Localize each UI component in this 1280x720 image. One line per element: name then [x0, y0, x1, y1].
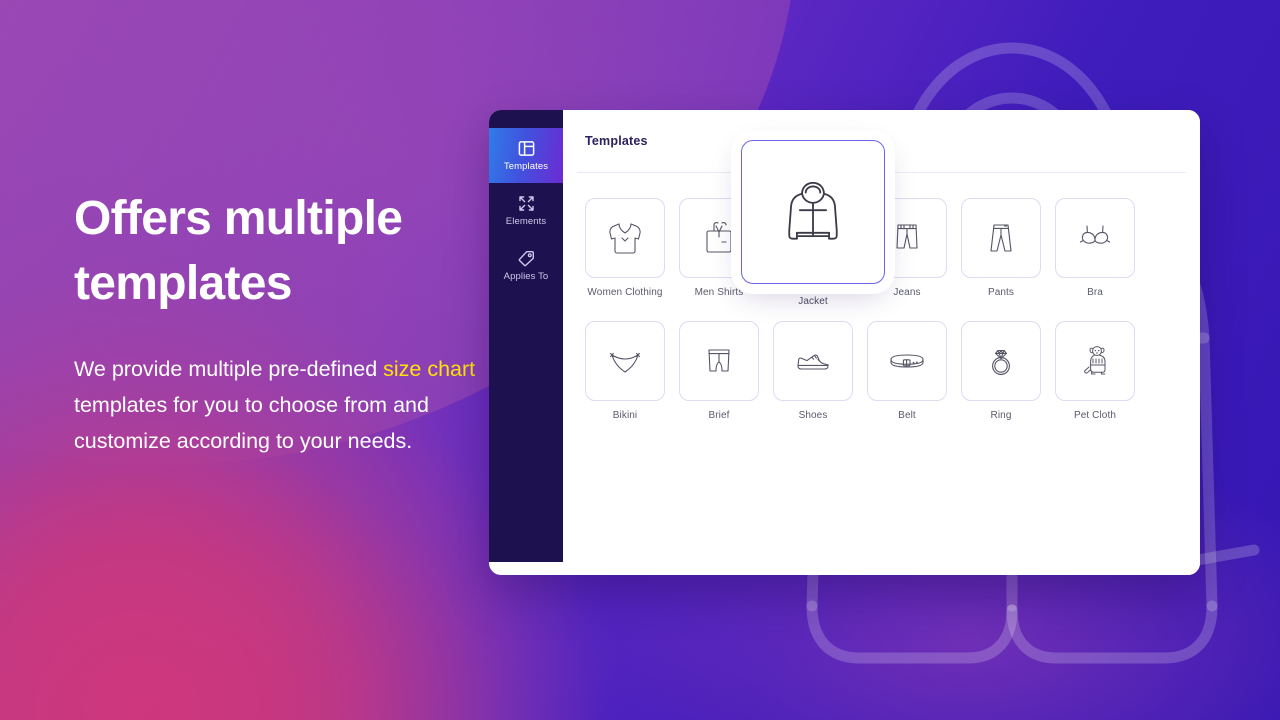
- sidebar-item-label: Elements: [505, 215, 547, 227]
- tile-thumbnail: [679, 321, 759, 401]
- tile-thumbnail: [585, 198, 665, 278]
- tile-thumbnail: [1055, 321, 1135, 401]
- template-tile-jacket[interactable]: Jacket: [741, 140, 885, 307]
- sidebar-item-applies-to[interactable]: Applies To: [489, 238, 563, 293]
- mens-shirt-icon: [706, 222, 732, 253]
- paragraph-highlight: size chart: [383, 356, 476, 381]
- tile-label: Brief: [708, 410, 730, 421]
- tile-label: Ring: [990, 410, 1012, 421]
- panel-title: Templates: [585, 134, 648, 148]
- resize-arrows-icon: [518, 195, 535, 212]
- tag-icon: [518, 250, 535, 267]
- diamond-ring-icon: [992, 350, 1010, 375]
- template-tile-bra[interactable]: Bra: [1055, 198, 1135, 307]
- template-tile-belt[interactable]: Belt: [867, 321, 947, 421]
- template-tile-pants[interactable]: Pants: [961, 198, 1041, 307]
- template-tile-women-clothing[interactable]: Women Clothing: [585, 198, 665, 307]
- main-content: Templates Women Clothing Men Shirts Jack…: [563, 110, 1200, 575]
- pants-icon: [990, 224, 1012, 252]
- tile-label: Pet Cloth: [1073, 410, 1117, 421]
- app-window: Templates Elements Applies To Templates …: [489, 110, 1200, 575]
- template-tile-ring[interactable]: Ring: [961, 321, 1041, 421]
- tile-label: Belt: [898, 410, 916, 421]
- paragraph-part-3: templates for you to choose from and cus…: [74, 392, 429, 453]
- sidebar-item-templates[interactable]: Templates: [489, 128, 563, 183]
- sneaker-icon: [797, 354, 829, 370]
- template-tile-brief[interactable]: Brief: [679, 321, 759, 421]
- tile-label: Pants: [987, 287, 1015, 298]
- tile-label: Jacket: [798, 296, 828, 307]
- paragraph-part-1: We provide multiple pre-defined: [74, 356, 384, 381]
- layout-panel-icon: [518, 140, 535, 157]
- sidebar-top-spacer: [489, 110, 563, 128]
- belt-icon: [890, 354, 924, 368]
- sidebar: Templates Elements Applies To: [489, 110, 563, 562]
- jeans-icon: [896, 224, 918, 249]
- tile-thumbnail: [773, 321, 853, 401]
- sidebar-item-elements[interactable]: Elements: [489, 183, 563, 238]
- templates-grid: Women Clothing Men Shirts Jacket Jeans P…: [563, 140, 1200, 421]
- tile-thumbnail: [961, 198, 1041, 278]
- tile-thumbnail: [1055, 198, 1135, 278]
- template-tile-bikini[interactable]: Bikini: [585, 321, 665, 421]
- tile-label: Bikini: [612, 410, 638, 421]
- tile-thumbnail: [867, 321, 947, 401]
- dog-sweater-icon: [1084, 346, 1106, 375]
- women-top-icon: [609, 223, 641, 254]
- template-tile-shoes[interactable]: Shoes: [773, 321, 853, 421]
- tile-label: Women Clothing: [587, 287, 663, 298]
- boxer-brief-icon: [708, 349, 730, 372]
- tile-thumbnail-enlarged: [741, 140, 885, 284]
- sidebar-item-label: Templates: [503, 160, 549, 172]
- promo-paragraph: We provide multiple pre-defined size cha…: [74, 351, 494, 459]
- tile-thumbnail: [961, 321, 1041, 401]
- hoodie-jacket-icon: [788, 181, 838, 240]
- tile-label: Bra: [1087, 287, 1103, 298]
- sidebar-item-label: Applies To: [503, 270, 549, 282]
- bra-icon: [1079, 225, 1111, 244]
- promo-copy: Offers multiple templates We provide mul…: [74, 186, 494, 459]
- tile-label: Men Shirts: [694, 287, 744, 298]
- tile-label: Jeans: [893, 287, 921, 298]
- bikini-bottom-icon: [610, 352, 640, 373]
- page-title: Offers multiple templates: [74, 192, 403, 311]
- template-tile-pet-cloth[interactable]: Pet Cloth: [1055, 321, 1135, 421]
- tile-thumbnail: [585, 321, 665, 401]
- tile-label: Shoes: [798, 410, 828, 421]
